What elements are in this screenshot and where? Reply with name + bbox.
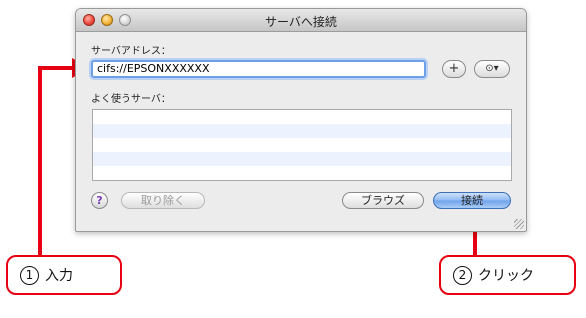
server-address-input[interactable]: cifs://EPSONXXXXXX — [91, 60, 426, 78]
add-favorite-button[interactable]: + — [442, 60, 466, 78]
title-bar[interactable]: サーバへ接続 — [76, 9, 526, 32]
window-title: サーバへ接続 — [265, 15, 337, 29]
server-address-label: サーバアドレス： — [91, 46, 171, 57]
remove-button[interactable]: 取り除く — [121, 192, 205, 209]
favorite-servers-list[interactable] — [92, 109, 512, 181]
favorite-servers-label: よく使うサーバ： — [91, 94, 171, 105]
step-2-text: クリック — [478, 268, 534, 284]
help-button[interactable]: ? — [91, 192, 108, 209]
callout-step-1: 1 入力 — [6, 255, 122, 295]
callout-step-2: 2 クリック — [439, 255, 576, 295]
connect-button[interactable]: 接続 — [433, 192, 511, 209]
recent-servers-menu-button[interactable]: ⊙▾ — [474, 60, 510, 78]
step-1-number: 1 — [20, 265, 39, 285]
step-2-number: 2 — [453, 265, 472, 285]
resize-grip-icon[interactable] — [514, 219, 524, 229]
browse-button[interactable]: ブラウズ — [342, 192, 424, 209]
step-1-text: 入力 — [45, 268, 73, 284]
connect-to-server-dialog: サーバへ接続 サーバアドレス： cifs://EPSONXXXXXX + ⊙▾ … — [75, 8, 527, 232]
